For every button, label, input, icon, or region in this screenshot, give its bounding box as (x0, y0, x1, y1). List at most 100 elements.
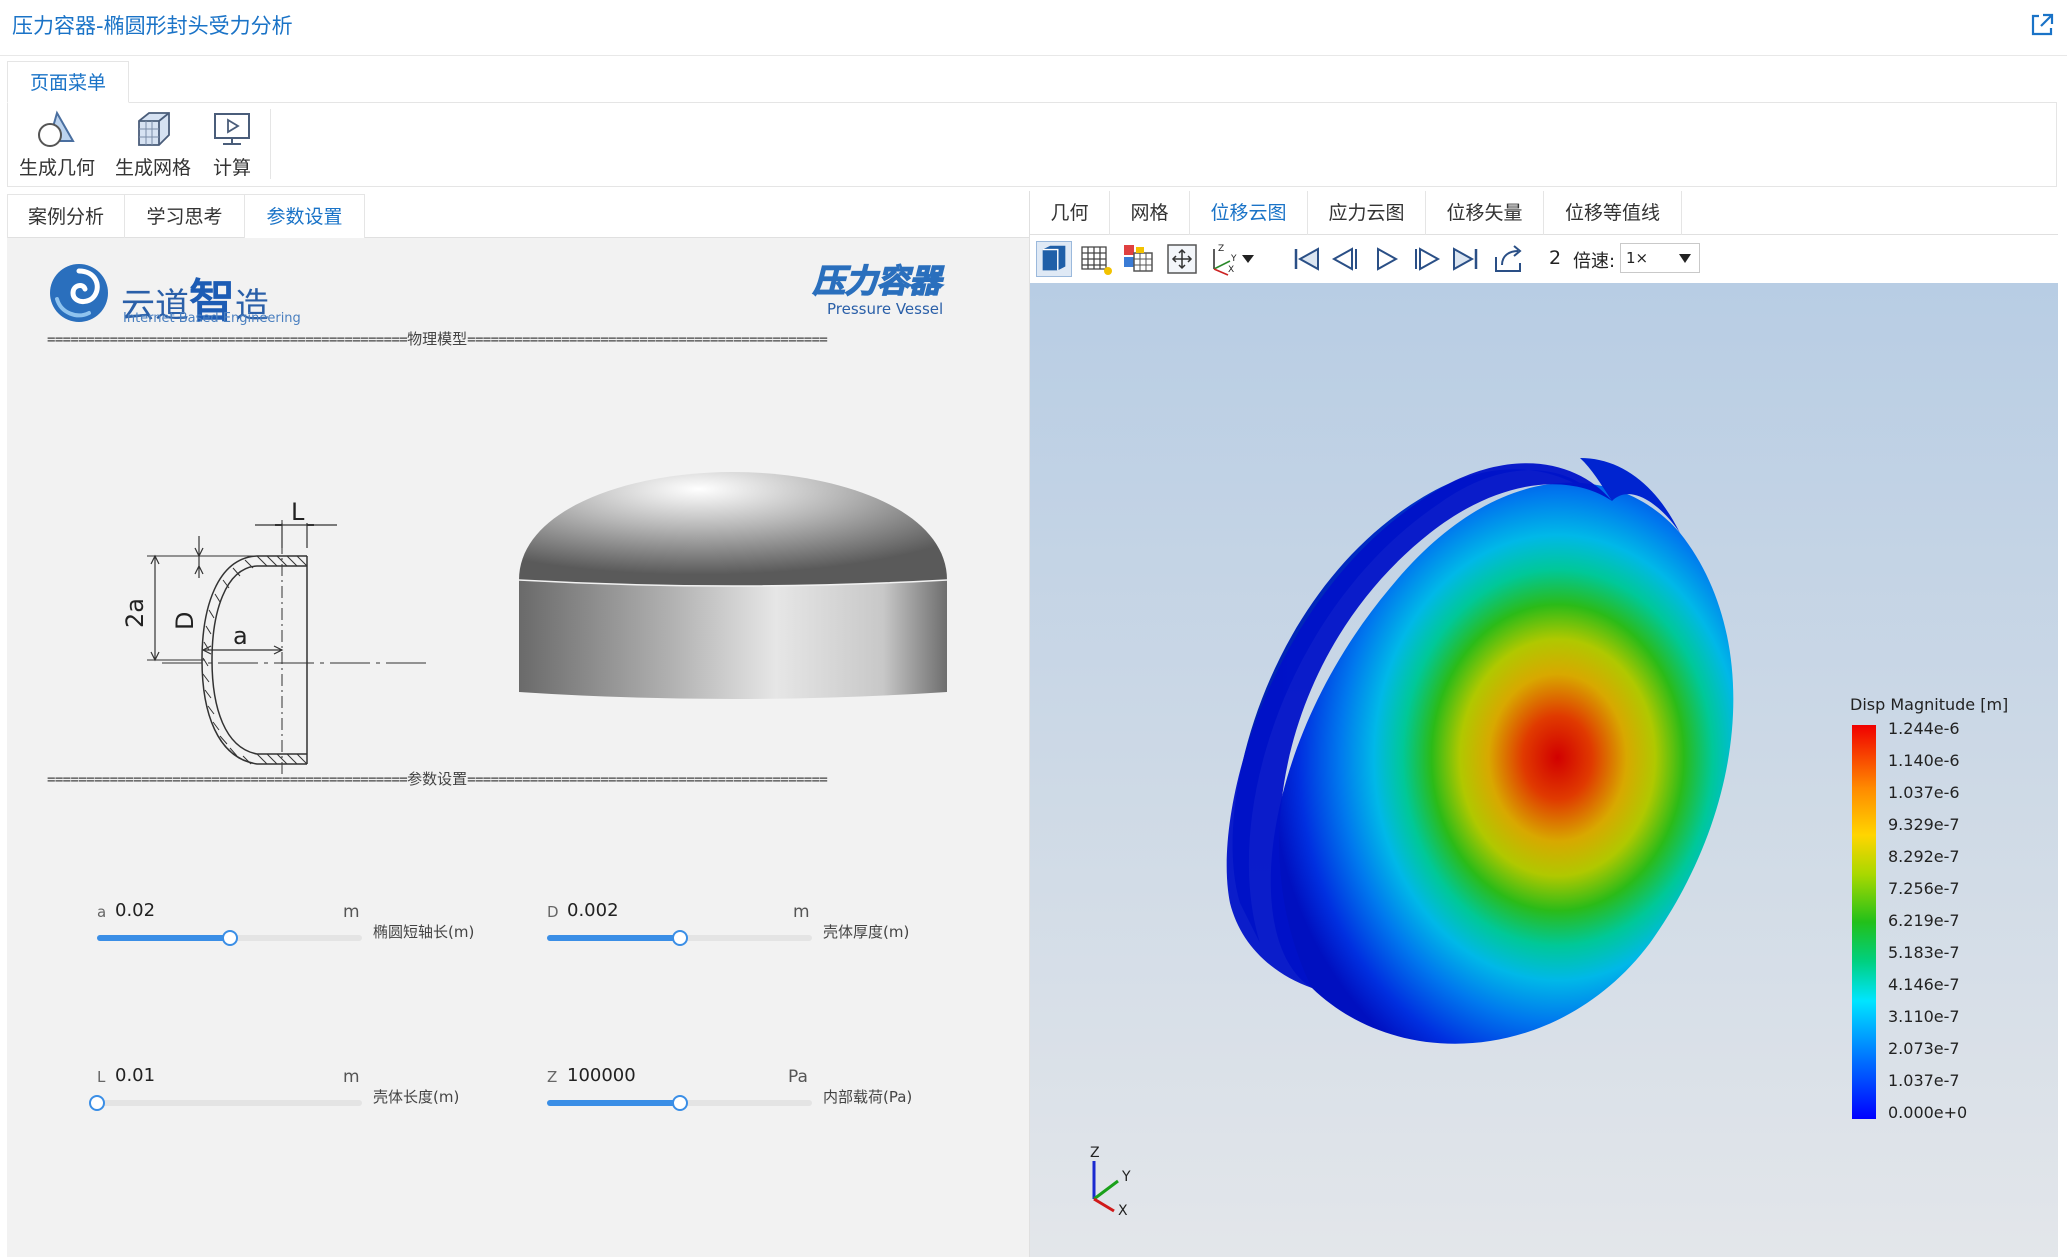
axis-x-label: X (1118, 1203, 1128, 1219)
head-cross-section-diagram: L 2a D a (121, 498, 427, 778)
dim-label-d: D (171, 612, 199, 630)
tab-parameter-settings[interactable]: 参数设置 (245, 194, 365, 238)
pressure-vessel-logo: 压力容器 Pressure Vessel (812, 256, 963, 322)
tab-mesh[interactable]: 网格 (1110, 191, 1190, 235)
param-l-description: 壳体长度(m) (373, 1088, 460, 1106)
right-panel: 几何 网格 位移云图 应力云图 位移矢量 位移等值线 Z Y X 2 倍速: 1… (1029, 191, 2058, 1257)
param-a: a 0.02 m 椭圆短轴长(m) (97, 900, 497, 963)
generate-geometry-label: 生成几何 (18, 157, 95, 179)
legend-value: 8.292e-7 (1888, 847, 1960, 866)
param-z: Z 100000 Pa 内部载荷(Pa) (547, 1065, 947, 1128)
param-d-unit: m (793, 902, 810, 922)
yundao-subtitle: Internet Based Engineering (123, 311, 301, 326)
viewer-toolbar: Z Y X 2 倍速: 1× (1030, 235, 2058, 283)
play-icon[interactable] (1368, 241, 1404, 277)
displacement-contour-model[interactable] (1200, 383, 1740, 1083)
param-a-slider[interactable] (97, 930, 362, 946)
legend-value: 1.037e-7 (1888, 1071, 1960, 1090)
elliptical-head-3d-image (518, 472, 948, 699)
dim-label-l: L (291, 498, 305, 526)
param-a-slider-thumb[interactable] (221, 930, 238, 946)
legend-value: 3.110e-7 (1888, 1007, 1960, 1026)
section-physical-model-label: 物理模型 (407, 330, 468, 348)
param-l-slider[interactable] (89, 1095, 362, 1111)
legend-value: 0.000e+0 (1888, 1103, 1968, 1122)
app-title: 压力容器-椭圆形封头受力分析 (12, 14, 293, 38)
param-z-description: 内部载荷(Pa) (823, 1088, 913, 1106)
next-frame-icon[interactable] (1408, 241, 1444, 277)
orientation-axes-icon: Z Y X (1090, 1145, 1131, 1219)
param-z-slider[interactable] (547, 1095, 812, 1111)
axes-dropdown-icon[interactable] (1236, 241, 1260, 277)
param-l-slider-thumb[interactable] (89, 1095, 105, 1111)
generate-mesh-label: 生成网格 (114, 157, 191, 179)
external-link-icon[interactable] (2029, 12, 2055, 38)
tab-displacement-vector[interactable]: 位移矢量 (1426, 191, 1544, 235)
param-l: L 0.01 m 壳体长度(m) (89, 1065, 497, 1128)
legend-labels: 1.244e-6 1.140e-6 1.037e-6 9.329e-7 8.29… (1888, 719, 2028, 1139)
3d-viewport[interactable]: Disp Magnitude [m] 1.244e-6 1.140e-6 1.0… (1030, 283, 2058, 1257)
legend-title: Disp Magnitude [m] (1850, 695, 2009, 714)
param-l-unit: m (343, 1067, 360, 1087)
param-d-slider[interactable] (547, 930, 812, 946)
compute-button[interactable]: 计算 (202, 109, 262, 180)
legend-value: 1.140e-6 (1888, 751, 1960, 770)
speed-select[interactable]: 1× (1620, 243, 1700, 273)
legend-value: 9.329e-7 (1888, 815, 1960, 834)
toolbar-divider (270, 109, 271, 179)
param-z-value[interactable]: 100000 (567, 1065, 636, 1086)
param-z-unit: Pa (788, 1067, 808, 1087)
param-d-slider-thumb[interactable] (671, 930, 688, 946)
dim-label-a: a (233, 622, 248, 650)
section-parameter-settings: ========================================… (47, 770, 828, 788)
tab-displacement-contour[interactable]: 位移云图 (1190, 191, 1308, 235)
compute-label: 计算 (212, 157, 251, 179)
param-l-symbol: L (97, 1068, 106, 1086)
menu-tabs: 页面菜单 (7, 61, 2057, 103)
legend-value: 1.037e-6 (1888, 783, 1960, 802)
wireframe-icon[interactable] (1078, 241, 1114, 277)
export-icon[interactable] (1490, 241, 1526, 277)
colormap-settings-icon[interactable] (1120, 241, 1156, 277)
tab-page-menu[interactable]: 页面菜单 (7, 61, 130, 103)
yundao-logo: 云道智造 Internet Based Engineering (47, 255, 307, 331)
svg-text:X: X (1228, 265, 1234, 275)
legend-value: 4.146e-7 (1888, 975, 1960, 994)
generate-geometry-button[interactable]: 生成几何 (18, 109, 96, 180)
first-frame-icon[interactable] (1288, 241, 1324, 277)
axis-y-label: Y (1121, 1169, 1131, 1185)
fit-view-icon[interactable] (1164, 241, 1200, 277)
tab-stress-contour[interactable]: 应力云图 (1308, 191, 1426, 235)
legend-value: 6.219e-7 (1888, 911, 1960, 930)
previous-frame-icon[interactable] (1328, 241, 1364, 277)
legend-value: 1.244e-6 (1888, 719, 1960, 738)
param-a-symbol: a (97, 903, 107, 921)
param-d-description: 壳体厚度(m) (823, 923, 910, 941)
dim-label-2a: 2a (121, 598, 149, 628)
tab-study-thinking[interactable]: 学习思考 (125, 194, 245, 238)
svg-text:Z: Z (1218, 244, 1224, 254)
parameter-content: 云道智造 Internet Based Engineering 压力容器 Pre… (7, 238, 1029, 1257)
title-bar: 压力容器-椭圆形封头受力分析 (0, 0, 2067, 56)
param-a-unit: m (343, 902, 360, 922)
param-a-value[interactable]: 0.02 (115, 900, 155, 921)
param-d-value[interactable]: 0.002 (567, 900, 619, 921)
chevron-down-icon (1679, 254, 1691, 263)
generate-mesh-button[interactable]: 生成网格 (114, 109, 192, 180)
pressure-vessel-logo-sub: Pressure Vessel (827, 300, 944, 318)
section-parameter-settings-label: 参数设置 (407, 770, 468, 788)
tab-geometry[interactable]: 几何 (1030, 191, 1110, 235)
frame-count: 2 (1549, 247, 1562, 269)
param-l-value[interactable]: 0.01 (115, 1065, 155, 1086)
surface-view-icon[interactable] (1036, 241, 1072, 277)
tab-case-analysis[interactable]: 案例分析 (7, 194, 125, 238)
main-toolbar: 生成几何 生成网格 计算 (7, 103, 2057, 187)
param-z-slider-thumb[interactable] (671, 1095, 688, 1111)
section-physical-model: ========================================… (47, 330, 828, 348)
speed-label: 倍速: (1573, 251, 1616, 272)
param-z-symbol: Z (547, 1068, 558, 1086)
tab-displacement-isoline[interactable]: 位移等值线 (1544, 191, 1682, 235)
color-legend-bar (1852, 725, 1876, 1119)
last-frame-icon[interactable] (1448, 241, 1484, 277)
left-panel: 案例分析 学习思考 参数设置 云道智造 Internet Based Engin… (7, 194, 1029, 1257)
